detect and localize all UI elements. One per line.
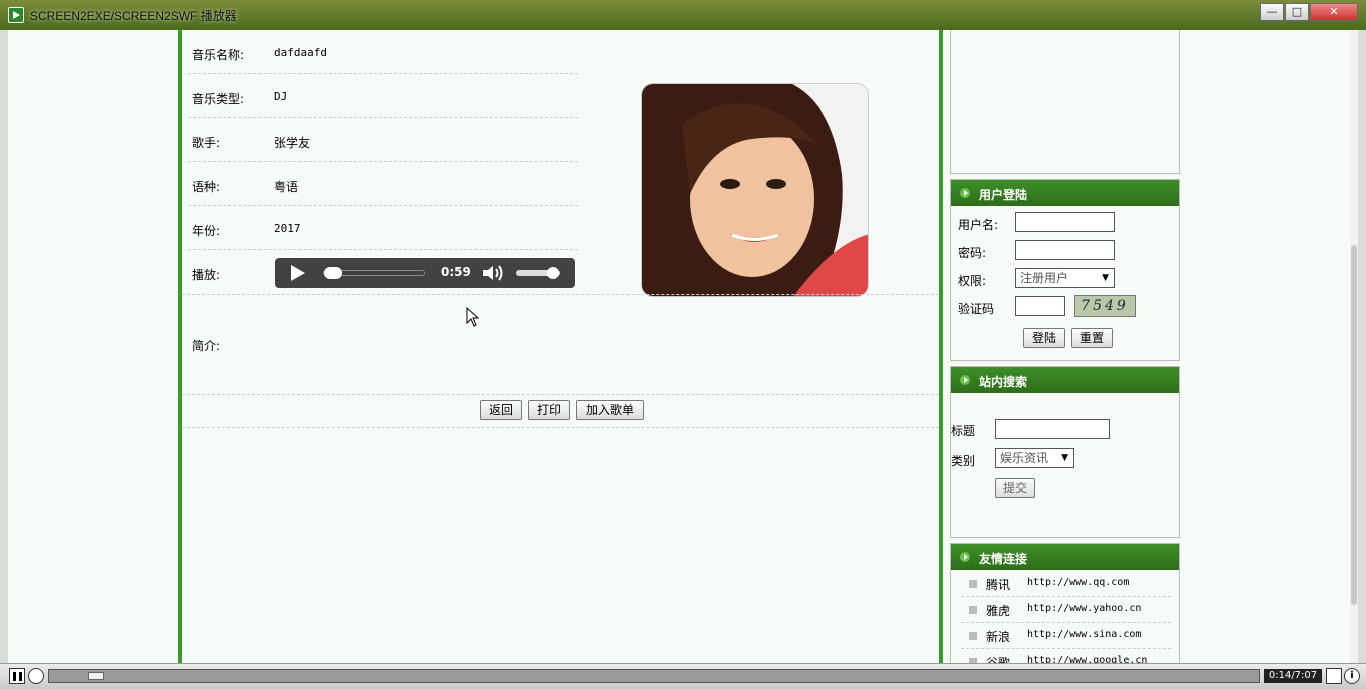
link-url[interactable]: http://www.sina.com xyxy=(1027,629,1141,640)
window-titlebar: SCREEN2EXE/SCREEN2SWF 播放器 — □ ✕ xyxy=(0,0,1366,30)
search-header-title: 站内搜索 xyxy=(979,375,1028,389)
mouse-cursor-icon xyxy=(466,307,480,327)
captcha-label: 验证码 xyxy=(958,302,995,316)
page-content: 音乐名称: dafdaafd 音乐类型: DJ 歌手: 张学友 语种: 粤语 年… xyxy=(8,30,1358,663)
username-input[interactable] xyxy=(1015,212,1115,232)
pause-icon[interactable] xyxy=(9,668,25,684)
detail-label: 音乐名称: xyxy=(192,48,245,62)
link-item[interactable]: 腾讯 http://www.qq.com xyxy=(961,571,1171,597)
login-header: 用户登陆 xyxy=(951,180,1179,206)
role-select-value: 注册用户 xyxy=(1020,271,1069,285)
detail-label: 音乐类型: xyxy=(192,92,245,106)
detail-value: DJ xyxy=(274,90,288,103)
info-icon[interactable]: i xyxy=(1344,668,1360,684)
video-seek-knob[interactable] xyxy=(88,672,105,680)
window-title: SCREEN2EXE/SCREEN2SWF 播放器 xyxy=(30,9,237,23)
intro-label: 简介: xyxy=(192,339,221,353)
detail-value: 2017 xyxy=(274,222,301,235)
detail-row-name: 音乐名称: dafdaafd xyxy=(188,30,578,74)
video-player-bar: 0:14/7:07 i xyxy=(0,663,1366,689)
video-seek-bar[interactable] xyxy=(48,669,1260,683)
detail-row-language: 语种: 粤语 xyxy=(188,162,578,206)
search-title-input[interactable] xyxy=(995,419,1110,439)
audio-player: 0:59 xyxy=(275,258,575,288)
login-box: 用户登陆 用户名: 密码: 权限: 注册用户 ▼ 验证码 7549 登陆 重置 xyxy=(950,179,1180,361)
submit-button[interactable]: 提交 xyxy=(995,478,1035,498)
link-url[interactable]: http://www.yahoo.cn xyxy=(1027,603,1141,614)
search-box: 站内搜索 标题 类别 娱乐资讯 ▼ 提交 xyxy=(950,366,1180,538)
divider xyxy=(182,394,939,395)
singer-photo xyxy=(641,83,869,297)
reset-button[interactable]: 重置 xyxy=(1071,328,1113,348)
dropdown-arrow-icon: ▼ xyxy=(1061,453,1068,463)
link-item[interactable]: 谷歌 http://www.google.cn xyxy=(961,649,1171,663)
detail-row-singer: 歌手: 张学友 xyxy=(188,118,578,162)
detail-label: 歌手: xyxy=(192,136,221,150)
detail-value: 张学友 xyxy=(274,136,311,150)
captcha-input[interactable] xyxy=(1015,296,1065,316)
audio-progress-knob[interactable] xyxy=(323,267,342,279)
link-name[interactable]: 谷歌 xyxy=(986,654,1010,663)
page-scrollbar[interactable] xyxy=(1350,30,1358,663)
fullscreen-icon[interactable] xyxy=(1326,668,1342,684)
play-icon[interactable] xyxy=(291,265,305,281)
link-item[interactable]: 新浪 http://www.sina.com xyxy=(961,623,1171,649)
link-item[interactable]: 雅虎 http://www.yahoo.cn xyxy=(961,597,1171,623)
scrollbar-thumb[interactable] xyxy=(1351,245,1357,605)
detail-label: 播放: xyxy=(192,268,221,282)
close-button[interactable]: ✕ xyxy=(1310,3,1358,21)
sidebar-top-box xyxy=(950,30,1180,174)
search-header: 站内搜索 xyxy=(951,367,1179,393)
detail-row-type: 音乐类型: DJ xyxy=(188,74,578,118)
print-button[interactable]: 打印 xyxy=(528,400,570,420)
search-category-select[interactable]: 娱乐资讯 ▼ xyxy=(995,448,1074,468)
bullet-arrow-icon xyxy=(960,552,970,562)
role-select[interactable]: 注册用户 ▼ xyxy=(1015,268,1115,288)
app-icon xyxy=(8,7,24,23)
music-detail-panel: 音乐名称: dafdaafd 音乐类型: DJ 歌手: 张学友 语种: 粤语 年… xyxy=(178,30,943,663)
bullet-square-icon xyxy=(969,606,977,614)
maximize-button[interactable]: □ xyxy=(1285,3,1309,21)
links-header-title: 友情连接 xyxy=(979,552,1028,566)
back-button[interactable]: 返回 xyxy=(480,400,522,420)
link-name[interactable]: 新浪 xyxy=(986,628,1010,645)
video-time: 0:14/7:07 xyxy=(1264,669,1322,683)
volume-knob[interactable] xyxy=(546,267,559,279)
login-header-title: 用户登陆 xyxy=(979,188,1028,202)
password-label: 密码: xyxy=(958,246,987,260)
links-box: 友情连接 腾讯 http://www.qq.com 雅虎 http://www.… xyxy=(950,543,1180,663)
speed-icon[interactable] xyxy=(28,668,44,684)
links-header: 友情连接 xyxy=(951,544,1179,570)
role-label: 权限: xyxy=(958,274,987,288)
login-button[interactable]: 登陆 xyxy=(1023,328,1065,348)
captcha-image: 7549 xyxy=(1074,295,1136,317)
volume-icon[interactable] xyxy=(481,264,505,282)
link-url[interactable]: http://www.qq.com xyxy=(1027,577,1129,588)
minimize-button[interactable]: — xyxy=(1260,3,1284,21)
detail-label: 年份: xyxy=(192,224,221,238)
password-input[interactable] xyxy=(1015,240,1115,260)
link-name[interactable]: 雅虎 xyxy=(986,602,1010,619)
username-label: 用户名: xyxy=(958,218,999,232)
link-name[interactable]: 腾讯 xyxy=(986,576,1010,593)
search-category-label: 类别 xyxy=(951,454,976,468)
bullet-square-icon xyxy=(969,580,977,588)
bullet-arrow-icon xyxy=(960,375,970,385)
audio-time: 0:59 xyxy=(441,265,471,279)
detail-value: dafdaafd xyxy=(274,46,327,59)
detail-value: 粤语 xyxy=(274,180,299,194)
dropdown-arrow-icon: ▼ xyxy=(1102,273,1109,283)
category-select-value: 娱乐资讯 xyxy=(1000,451,1049,465)
divider xyxy=(182,294,939,295)
add-to-playlist-button[interactable]: 加入歌单 xyxy=(576,400,644,420)
divider xyxy=(182,427,939,428)
search-title-label: 标题 xyxy=(951,424,976,438)
detail-row-year: 年份: 2017 xyxy=(188,206,578,250)
sidebar: 用户登陆 用户名: 密码: 权限: 注册用户 ▼ 验证码 7549 登陆 重置 … xyxy=(950,30,1180,663)
link-url[interactable]: http://www.google.cn xyxy=(1027,655,1147,663)
detail-label: 语种: xyxy=(192,180,221,194)
bullet-square-icon xyxy=(969,632,977,640)
bullet-arrow-icon xyxy=(960,188,970,198)
